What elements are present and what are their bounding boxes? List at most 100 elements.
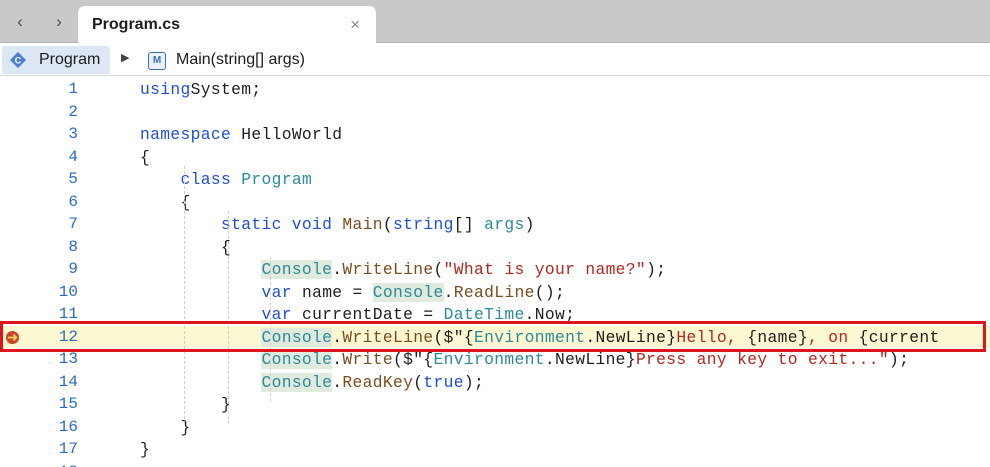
line-number: 13 xyxy=(58,350,78,368)
code-token: ReadKey xyxy=(342,372,414,392)
code-token: , on xyxy=(808,327,859,347)
back-button[interactable]: ‹ xyxy=(6,10,34,34)
code-text: var name = Console.ReadLine(); xyxy=(140,282,566,302)
code-token: ); xyxy=(888,350,910,369)
code-token: ( xyxy=(382,215,394,234)
code-token: ); xyxy=(463,372,485,392)
code-line[interactable]: 13 Console.Write($"{Environment.NewLine}… xyxy=(0,348,990,371)
line-number: 8 xyxy=(68,237,78,256)
code-token: ($"{ xyxy=(433,327,474,347)
code-token: Environment xyxy=(433,350,545,369)
code-text: usingSystem; xyxy=(140,80,261,99)
code-token: . xyxy=(332,372,343,392)
code-line[interactable]: 4{ xyxy=(0,146,990,169)
code-line[interactable]: 2 xyxy=(0,101,990,124)
code-line[interactable]: 18 xyxy=(0,461,990,467)
code-token: WriteLine xyxy=(342,327,434,347)
code-line[interactable]: 12 Console.WriteLine($"{Environment.NewL… xyxy=(0,325,990,348)
line-number: 1 xyxy=(68,80,78,98)
code-token: args xyxy=(484,215,525,234)
code-token: ( xyxy=(433,260,444,279)
code-text: var currentDate = DateTime.Now; xyxy=(140,305,575,324)
breadcrumb-namespace[interactable]: C Program xyxy=(2,46,110,74)
code-token: static void xyxy=(220,215,333,234)
code-token: WriteLine xyxy=(342,260,434,279)
code-line[interactable]: 11 var currentDate = DateTime.Now; xyxy=(0,303,990,326)
close-icon[interactable]: × xyxy=(350,15,360,35)
code-token: Environment xyxy=(474,327,586,347)
breakpoint-icon[interactable] xyxy=(5,330,20,345)
code-line[interactable]: 9 Console.WriteLine("What is your name?"… xyxy=(0,258,990,281)
line-number: 15 xyxy=(58,395,78,413)
indent-guide xyxy=(270,257,271,401)
code-text: namespace HelloWorld xyxy=(140,125,342,144)
code-token: string xyxy=(393,215,454,234)
code-token: . xyxy=(443,282,454,302)
code-line[interactable]: 16 } xyxy=(0,416,990,439)
code-line[interactable]: 7 static void Main(string[] args) xyxy=(0,213,990,236)
code-token: {name} xyxy=(747,327,808,347)
code-line[interactable]: 3 namespace HelloWorld xyxy=(0,123,990,146)
code-text: Console.Write($"{Environment.NewLine}Pre… xyxy=(140,350,909,369)
code-text: Console.WriteLine($"{Environment.NewLine… xyxy=(140,327,940,347)
code-line[interactable]: 15 } xyxy=(0,393,990,416)
indent-guide xyxy=(228,211,229,424)
code-token: namespace xyxy=(140,125,232,144)
code-editor[interactable]: 1 usingSystem; 2 3 namespace HelloWorld 4{5 c… xyxy=(0,76,990,467)
line-number: 16 xyxy=(58,417,78,436)
line-number: 2 xyxy=(68,102,78,121)
code-text: { xyxy=(140,238,231,257)
code-token: Write xyxy=(342,350,394,369)
code-line[interactable]: 8 { xyxy=(0,236,990,259)
tab-title: Program.cs xyxy=(92,16,181,33)
code-token: Hello, xyxy=(676,327,748,347)
code-token: class xyxy=(180,170,232,189)
breadcrumb-method[interactable]: M Main(string[] args) xyxy=(140,46,330,74)
code-token: (); xyxy=(534,282,566,302)
code-text: class Program xyxy=(140,170,312,189)
code-token: ( xyxy=(413,372,424,392)
code-token: Console xyxy=(261,372,333,392)
code-token: } xyxy=(140,440,151,459)
code-text: } xyxy=(140,440,150,459)
tab-program-cs[interactable]: Program.cs × xyxy=(78,6,376,44)
line-number: 5 xyxy=(68,170,78,188)
indent-guide xyxy=(184,166,185,424)
code-token: {current xyxy=(858,327,940,347)
code-token: Press any key to exit..." xyxy=(635,350,889,369)
code-token: System; xyxy=(190,80,262,99)
line-number: 3 xyxy=(68,125,78,143)
line-number: 12 xyxy=(58,327,78,346)
code-token: "What is your name?" xyxy=(443,260,647,279)
code-token: var xyxy=(261,305,292,324)
line-number: 10 xyxy=(58,282,78,301)
line-number: 7 xyxy=(68,215,78,233)
code-line[interactable]: 6 { xyxy=(0,191,990,214)
code-line[interactable]: 14 Console.ReadKey(true); xyxy=(0,371,990,394)
code-token: Program xyxy=(241,170,313,189)
code-token: .NewLine} xyxy=(585,327,677,347)
forward-button[interactable]: › xyxy=(45,10,73,34)
line-number: 18 xyxy=(36,463,78,467)
code-line[interactable]: 10 var name = Console.ReadLine(); xyxy=(0,281,990,304)
code-line[interactable]: 1 usingSystem; xyxy=(0,78,990,101)
breadcrumb-method-label: Main(string[] args) xyxy=(176,51,305,68)
line-number: 4 xyxy=(68,147,78,166)
code-token: var xyxy=(261,282,292,302)
code-token: ($"{ xyxy=(393,350,434,369)
code-text: } xyxy=(140,395,231,414)
code-line[interactable]: 17} xyxy=(0,438,990,461)
code-line[interactable]: 5 class Program xyxy=(0,168,990,191)
breadcrumb-namespace-label: Program xyxy=(39,51,101,68)
code-token: HelloWorld xyxy=(231,125,343,144)
code-text: Console.WriteLine("What is your name?"); xyxy=(140,260,666,279)
line-number: 11 xyxy=(58,305,78,323)
code-token: .NewLine} xyxy=(544,350,636,369)
